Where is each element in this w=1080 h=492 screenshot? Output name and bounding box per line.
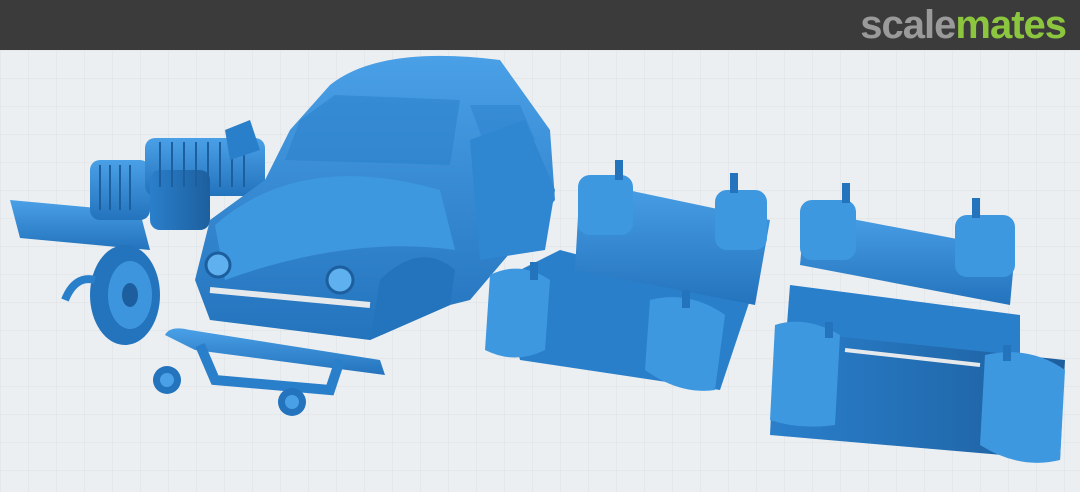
model-render-scene: [0, 50, 1080, 492]
hubcap-part: [153, 366, 181, 394]
site-header: scalemates: [0, 0, 1080, 50]
model-render-svg: [0, 50, 1080, 492]
logo-scale-text: scale: [860, 3, 956, 47]
scalemates-logo[interactable]: scalemates: [860, 2, 1067, 48]
logo-mates-text: mates: [955, 3, 1067, 47]
